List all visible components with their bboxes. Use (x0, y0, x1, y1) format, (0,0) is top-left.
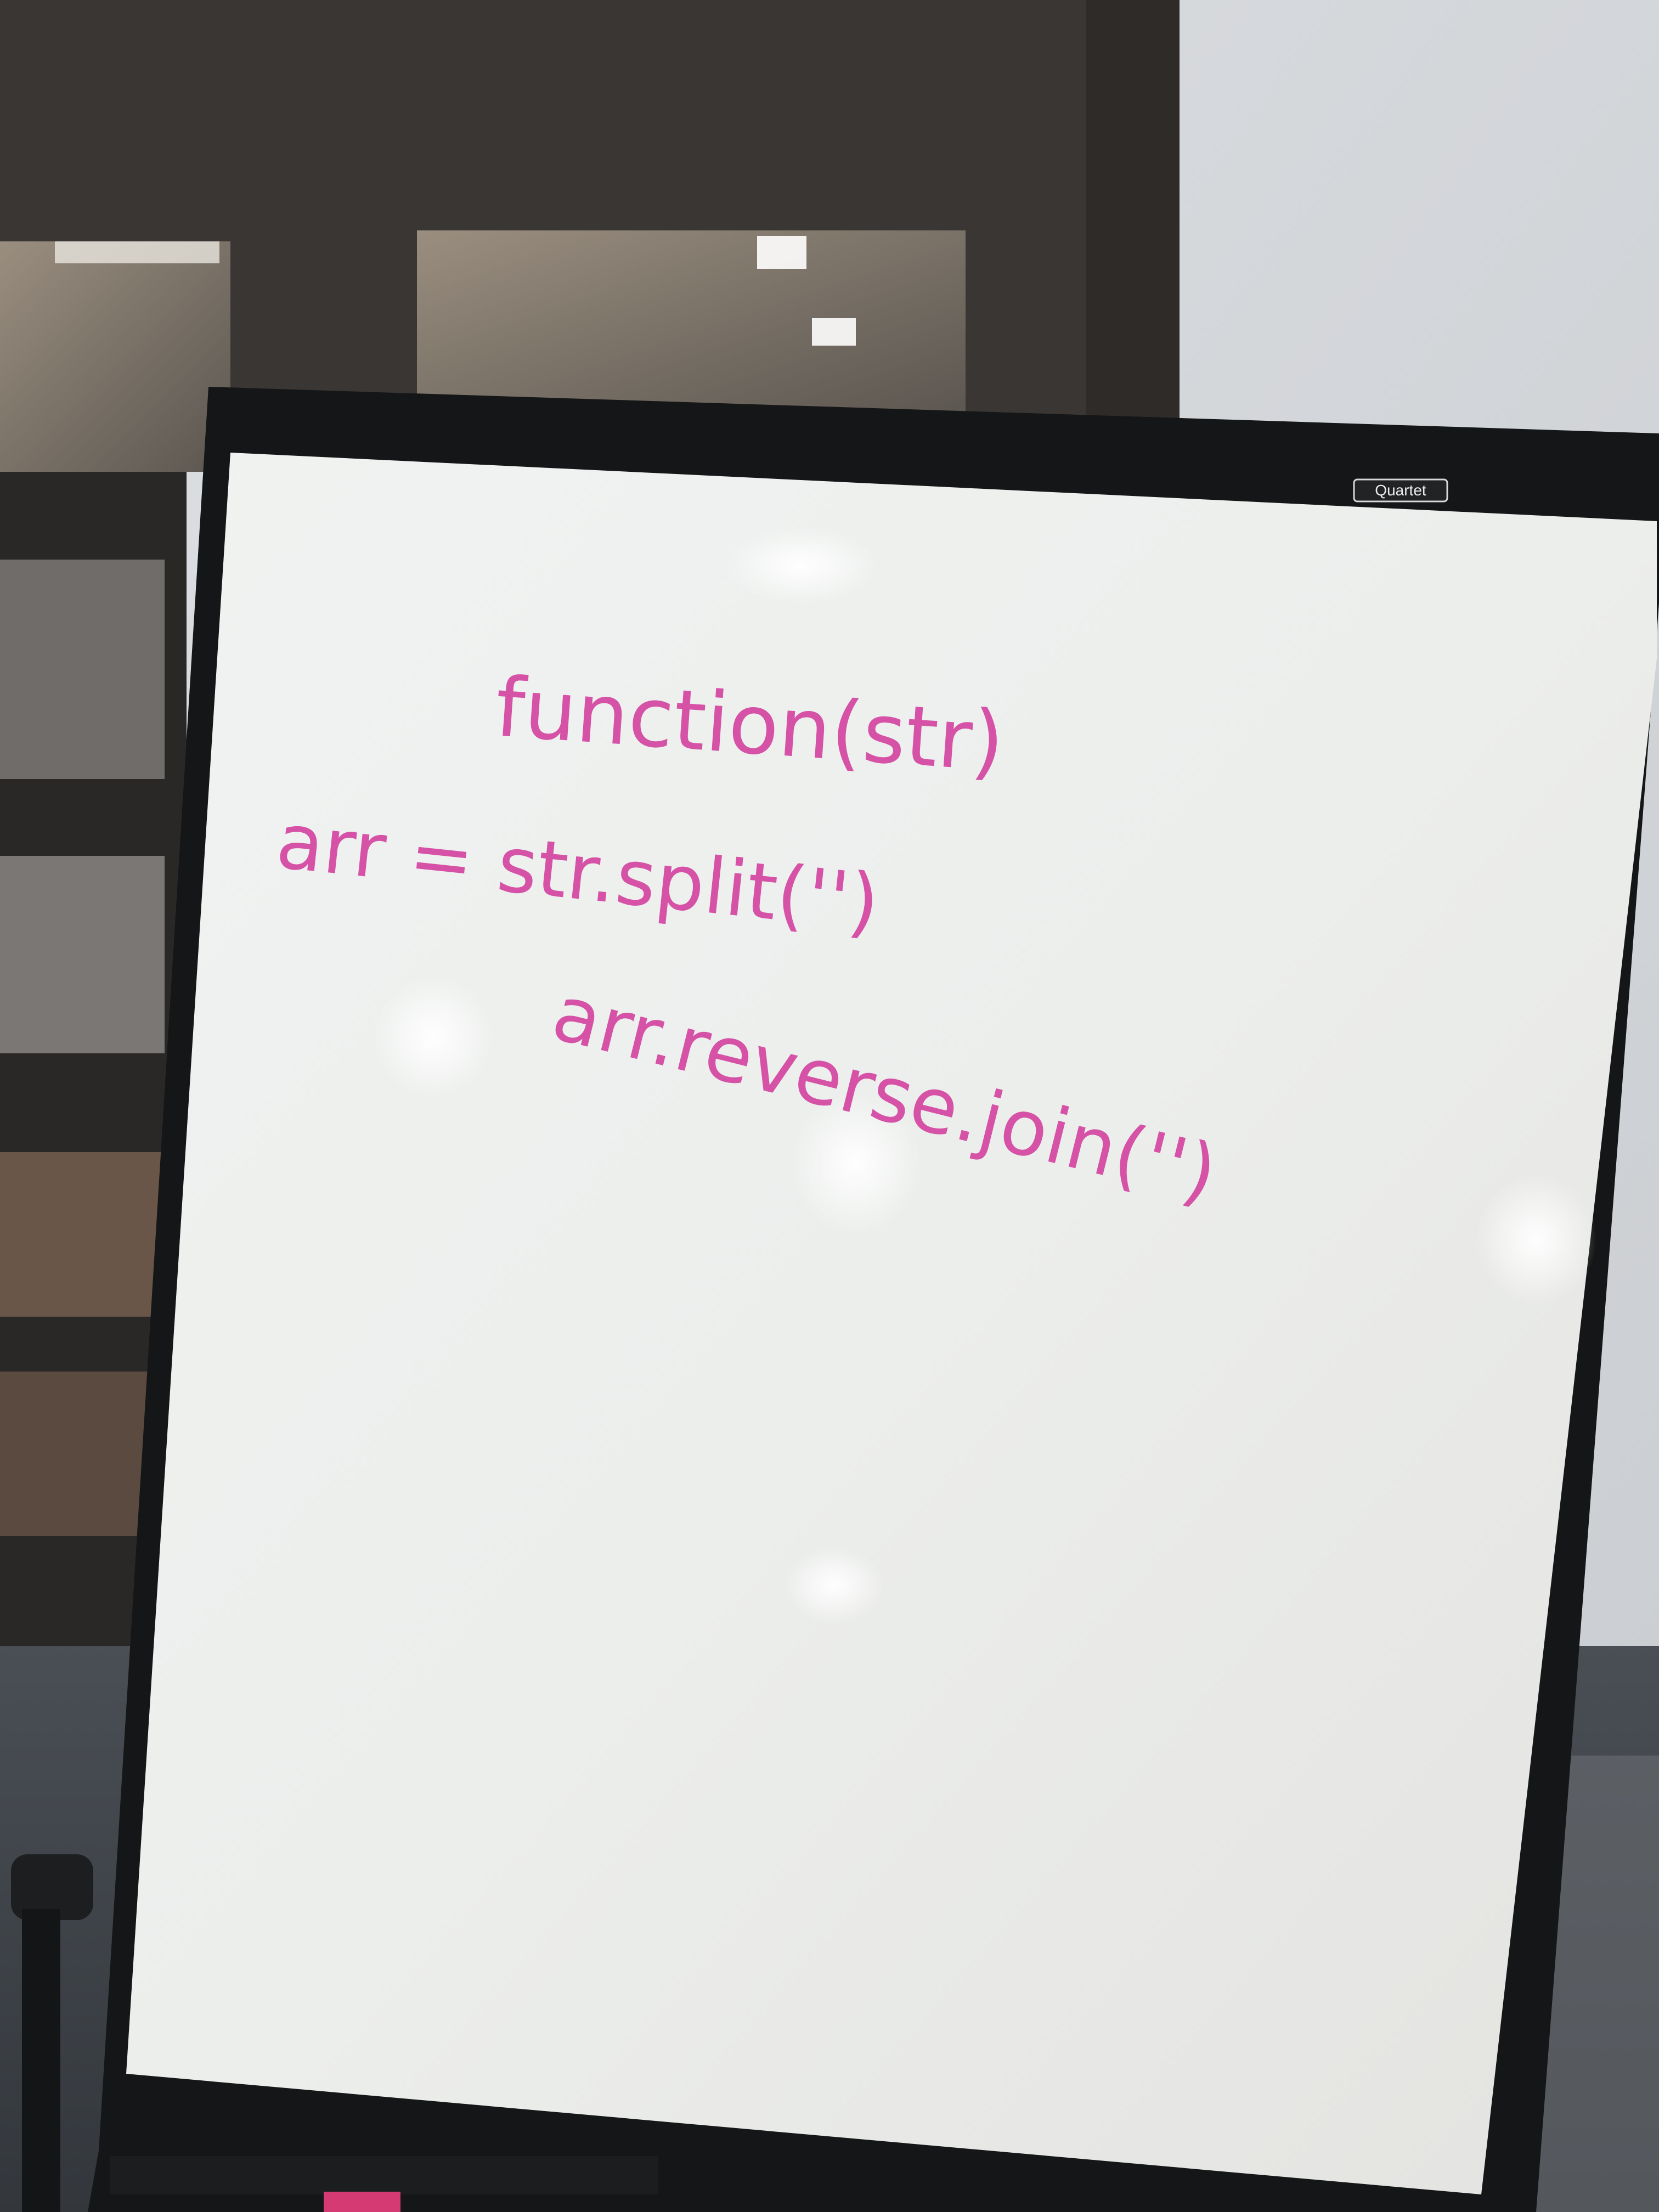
scene-illustration: Quartet function(str) arr = str.split(''… (0, 0, 1659, 2212)
brand-label: Quartet (1375, 482, 1426, 499)
photo-scene: Quartet function(str) arr = str.split(''… (0, 0, 1659, 2212)
marker-tray (110, 2156, 658, 2194)
